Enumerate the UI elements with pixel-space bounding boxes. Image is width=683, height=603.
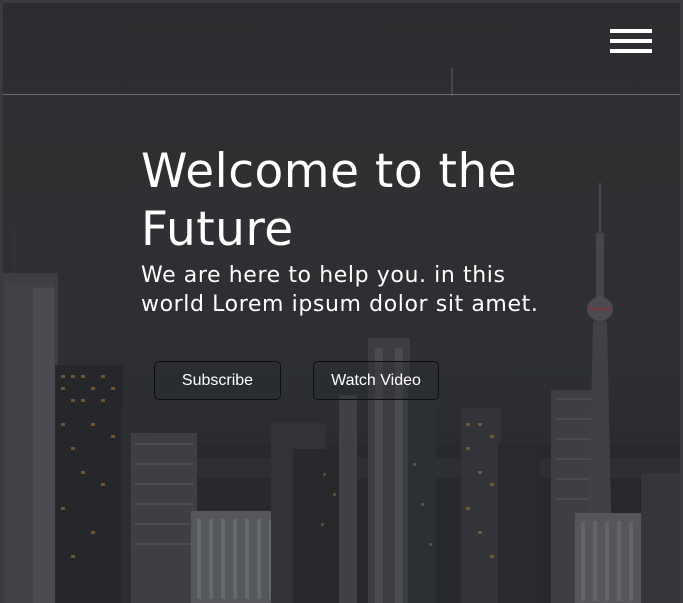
hamburger-line (610, 39, 652, 43)
hamburger-line (610, 49, 652, 53)
watch-video-button[interactable]: Watch Video (313, 361, 439, 400)
navbar (3, 3, 680, 95)
subscribe-button[interactable]: Subscribe (154, 361, 281, 400)
hero-section: Welcome to the Future We are here to hel… (0, 0, 683, 603)
hero-subtitle: We are here to help you. in this world L… (141, 263, 539, 317)
hamburger-line (610, 29, 652, 33)
hamburger-menu-icon[interactable] (609, 27, 653, 55)
hero-title: Welcome to the Future (141, 144, 518, 257)
hero-content: Welcome to the Future We are here to hel… (141, 143, 561, 319)
